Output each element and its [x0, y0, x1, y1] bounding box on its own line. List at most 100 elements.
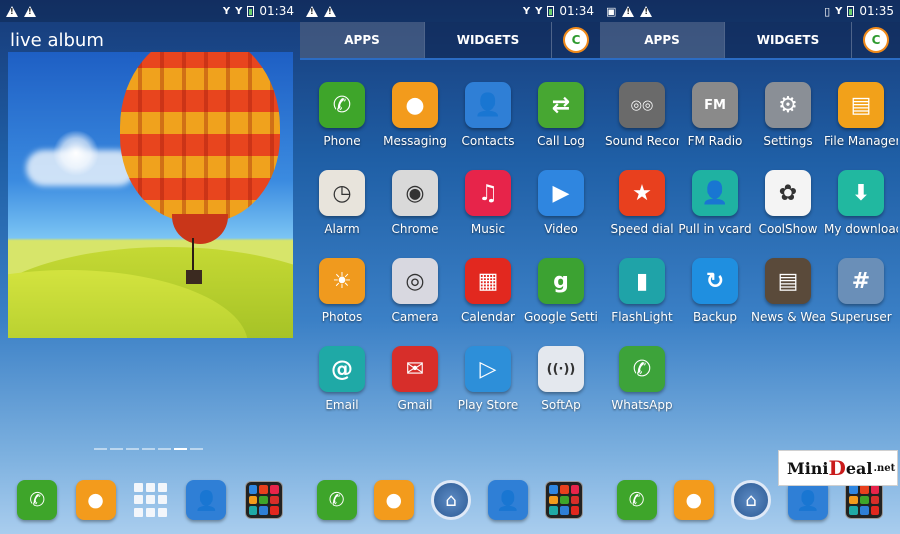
app-settings[interactable]: ⚙ Settings: [752, 82, 824, 148]
app-superuser[interactable]: # Superuser: [825, 258, 897, 324]
app-label: Email: [325, 398, 359, 412]
contacts-icon[interactable]: 👤: [488, 480, 529, 520]
app-softap[interactable]: ((·)) SoftAp: [525, 346, 597, 412]
tab-apps[interactable]: APPS: [300, 22, 424, 58]
app-camera[interactable]: ◎ Camera: [379, 258, 451, 324]
app-label: FlashLight: [611, 310, 673, 324]
photos-icon: ☀: [319, 258, 365, 304]
backup-icon: ↻: [692, 258, 738, 304]
calendar-icon: ▦: [465, 258, 511, 304]
coolshow-button[interactable]: C: [552, 22, 600, 58]
home-icon[interactable]: ⌂: [730, 480, 771, 520]
app-drawer-icon[interactable]: [133, 483, 168, 517]
download-icon: ⬇: [838, 170, 884, 216]
gear-icon: ⚙: [765, 82, 811, 128]
app-my-downloads[interactable]: ⬇ My downloads: [824, 170, 898, 236]
app-music[interactable]: ♫ Music: [452, 170, 524, 236]
folder-icon[interactable]: [845, 481, 884, 519]
warning-icon: [24, 5, 36, 17]
app-alarm[interactable]: ◷ Alarm: [306, 170, 378, 236]
message-icon[interactable]: ●: [75, 480, 116, 520]
app-chrome[interactable]: ◉ Chrome: [379, 170, 451, 236]
app-coolshow[interactable]: ✿ CoolShow: [752, 170, 824, 236]
star-icon: ★: [619, 170, 665, 216]
phone-icon[interactable]: ✆: [316, 480, 357, 520]
app-sound-recorder[interactable]: ◎◎ Sound Recorder: [605, 82, 679, 148]
music-icon: ♫: [465, 170, 511, 216]
phone-icon[interactable]: ✆: [17, 480, 58, 520]
home-icon[interactable]: ⌂: [430, 480, 471, 520]
app-grid: ✆ Phone ● Messaging 👤 Contacts ⇄ Call Log ◷ Alarm…: [300, 82, 600, 412]
app-play-store[interactable]: ▷ Play Store: [452, 346, 524, 412]
message-icon: ●: [392, 82, 438, 128]
app-fm-radio[interactable]: FM FM Radio: [679, 82, 751, 148]
status-bar[interactable]: Y Y 01:34: [300, 0, 600, 22]
app-drawer-page-1: Y Y 01:34 APPS WIDGETS C ✆ Phone ● Messagin…: [300, 0, 600, 534]
contacts-icon[interactable]: 👤: [788, 480, 829, 520]
app-label: CoolShow: [758, 222, 818, 236]
coolshow-icon: ✿: [765, 170, 811, 216]
folder-icon[interactable]: [545, 481, 584, 519]
phone-icon[interactable]: ✆: [616, 480, 657, 520]
app-messaging[interactable]: ● Messaging: [379, 82, 451, 148]
app-label: Video: [544, 222, 578, 236]
app-google-settings[interactable]: g Google Settings: [524, 258, 598, 324]
app-flashlight[interactable]: ▮ FlashLight: [606, 258, 678, 324]
app-call-log[interactable]: ⇄ Call Log: [525, 82, 597, 148]
vibrate-icon: ▯: [824, 4, 831, 18]
app-video[interactable]: ▶ Video: [525, 170, 597, 236]
app-speed-dial[interactable]: ★ Speed dial: [606, 170, 678, 236]
status-bar[interactable]: ▣ ▯ Y 01:35: [600, 0, 900, 22]
coolshow-icon: C: [863, 27, 889, 53]
signal-icon: Y: [222, 5, 231, 17]
app-phone[interactable]: ✆ Phone: [306, 82, 378, 148]
status-bar[interactable]: Y Y 01:34: [0, 0, 300, 22]
tab-apps[interactable]: APPS: [600, 22, 724, 58]
balloon-basket: [186, 270, 202, 284]
signal-icon: Y: [835, 5, 843, 17]
contacts-icon[interactable]: 👤: [186, 480, 227, 520]
camera-icon: ◎: [392, 258, 438, 304]
widget-title: live album: [10, 30, 104, 51]
app-news-weather[interactable]: ▤ News & Weather: [751, 258, 825, 324]
email-icon: @: [319, 346, 365, 392]
app-label: Superuser: [830, 310, 892, 324]
battery-icon: [547, 5, 555, 17]
message-icon[interactable]: ●: [673, 480, 714, 520]
chrome-icon: ◉: [392, 170, 438, 216]
app-label: Music: [470, 222, 506, 236]
dock: ✆ ● 👤: [0, 478, 300, 522]
status-time: 01:34: [259, 4, 294, 18]
app-gmail[interactable]: ✉ Gmail: [379, 346, 451, 412]
tab-widgets[interactable]: WIDGETS: [425, 22, 551, 58]
recorder-icon: ◎◎: [619, 82, 665, 128]
app-label: File Manager: [824, 134, 898, 148]
app-label: Pull in vcard: [678, 222, 752, 236]
app-photos[interactable]: ☀ Photos: [306, 258, 378, 324]
dock: ✆ ● ⌂ 👤: [300, 478, 600, 522]
app-whatsapp[interactable]: ✆ WhatsApp: [606, 346, 678, 412]
app-calendar[interactable]: ▦ Calendar: [452, 258, 524, 324]
app-backup[interactable]: ↻ Backup: [679, 258, 751, 324]
app-email[interactable]: @ Email: [306, 346, 378, 412]
signal-icon: Y: [535, 5, 543, 17]
message-icon[interactable]: ●: [373, 480, 414, 520]
clock-icon: ◷: [319, 170, 365, 216]
gmail-icon: ✉: [392, 346, 438, 392]
tab-widgets[interactable]: WIDGETS: [725, 22, 851, 58]
cloud: [26, 150, 136, 186]
app-label: News & Weather: [751, 310, 825, 324]
app-label: Settings: [763, 134, 813, 148]
warning-icon: [6, 5, 18, 17]
flashlight-icon: ▮: [619, 258, 665, 304]
news-icon: ▤: [765, 258, 811, 304]
app-pull-in-vcard[interactable]: 👤 Pull in vcard: [678, 170, 752, 236]
app-label: Camera: [391, 310, 439, 324]
live-album-widget[interactable]: [8, 52, 293, 338]
radio-icon: FM: [692, 82, 738, 128]
app-file-manager[interactable]: ▤ File Manager: [824, 82, 898, 148]
coolshow-button[interactable]: C: [852, 22, 900, 58]
hot-air-balloon: [120, 52, 280, 244]
folder-icon[interactable]: [244, 481, 283, 519]
app-contacts[interactable]: 👤 Contacts: [452, 82, 524, 148]
